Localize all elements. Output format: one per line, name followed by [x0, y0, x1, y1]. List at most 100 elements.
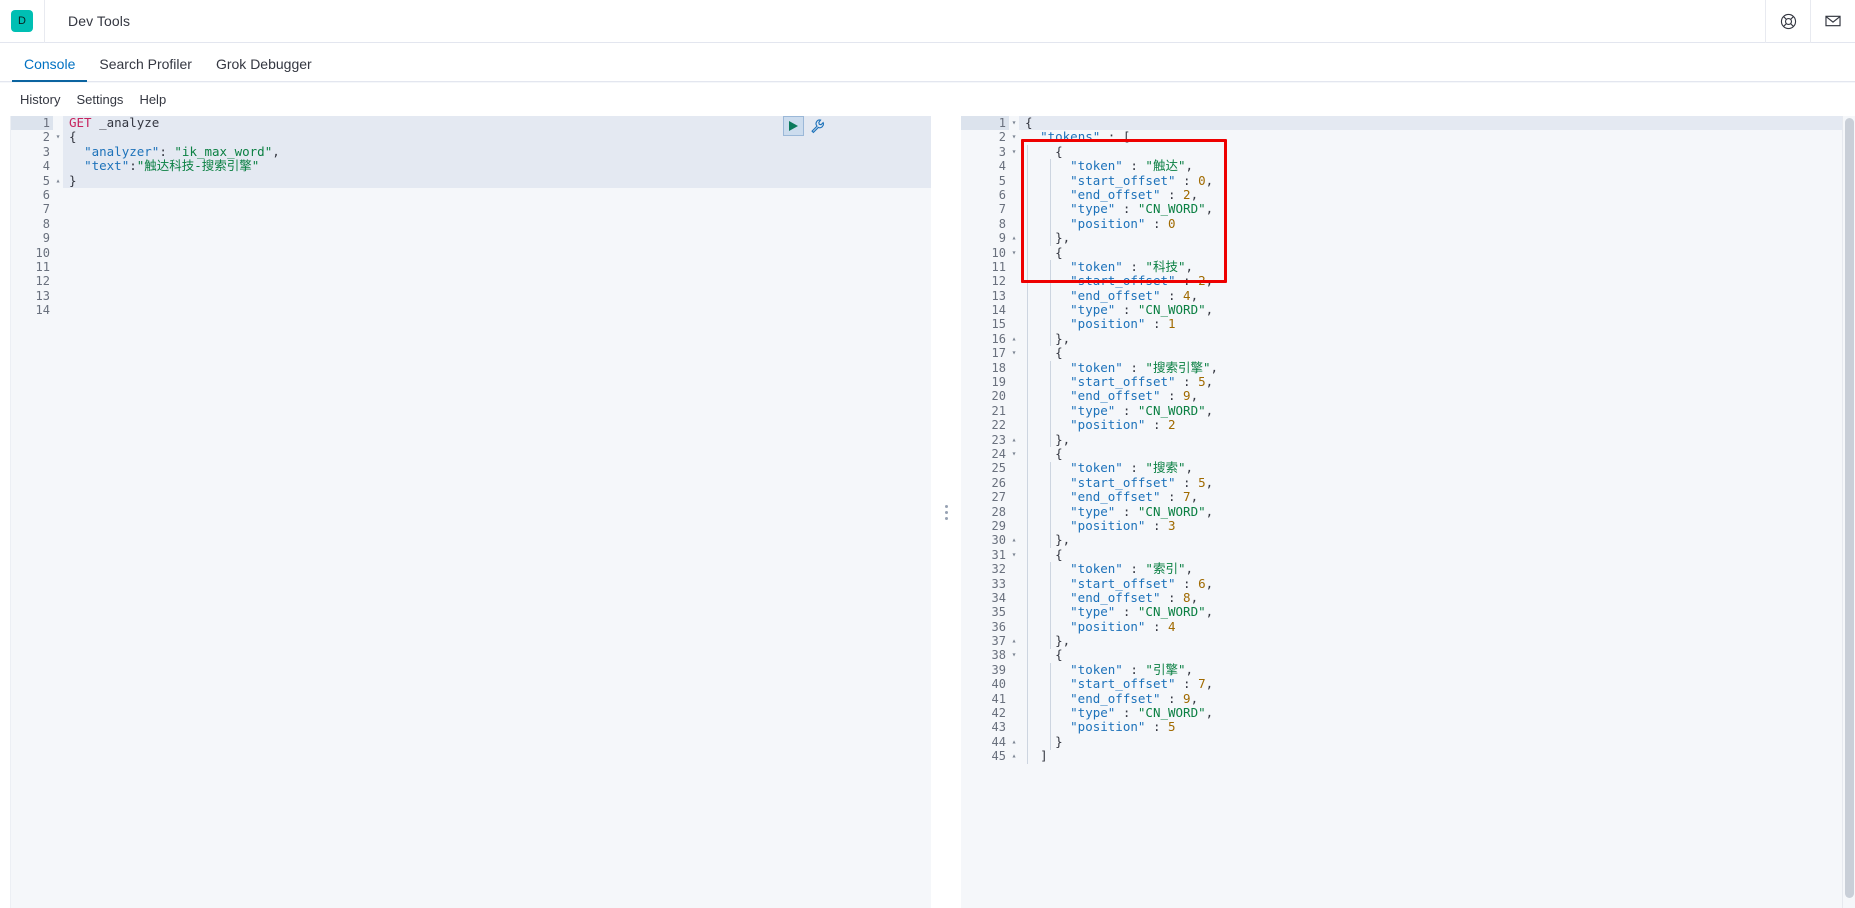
response-line-6[interactable]: 6 "end_offset" : 2,: [961, 187, 1855, 203]
response-line-33[interactable]: 33 "start_offset" : 6,: [961, 576, 1855, 591]
response-line-39[interactable]: 39 "token" : "引擎",: [961, 662, 1855, 678]
response-fold-toggle[interactable]: ▴: [1009, 533, 1019, 547]
response-fold-toggle[interactable]: ▾: [1009, 548, 1019, 562]
page-scrollbar-thumb[interactable]: [1845, 118, 1854, 898]
request-line-8[interactable]: 8: [11, 216, 931, 232]
response-fold-toggle[interactable]: ▾: [1009, 447, 1019, 461]
request-line-9[interactable]: 9: [11, 231, 931, 246]
response-line-2[interactable]: 2 ▾ "tokens" : [: [961, 130, 1855, 145]
send-request-button[interactable]: [783, 116, 804, 136]
pane-splitter[interactable]: [931, 116, 961, 908]
request-line-13[interactable]: 13: [11, 288, 931, 304]
response-fold-toggle[interactable]: ▴: [1009, 749, 1019, 763]
response-line-42[interactable]: 42 "type" : "CN_WORD",: [961, 706, 1855, 721]
request-line-6[interactable]: 6: [11, 187, 931, 203]
response-line-40[interactable]: 40 "start_offset" : 7,: [961, 677, 1855, 692]
response-line-19[interactable]: 19 "start_offset" : 5,: [961, 375, 1855, 390]
page-scrollbar[interactable]: [1842, 116, 1855, 908]
response-line-8[interactable]: 8 "position" : 0: [961, 216, 1855, 232]
menu-settings[interactable]: Settings: [68, 92, 131, 107]
response-line-32[interactable]: 32 "token" : "索引",: [961, 562, 1855, 577]
response-line-44[interactable]: 44 ▴ }: [961, 734, 1855, 750]
response-line-14[interactable]: 14 "type" : "CN_WORD",: [961, 303, 1855, 318]
response-editor[interactable]: 1 ▾{2 ▾ "tokens" : [3 ▾ {4 "token" : "触达", 5…: [961, 116, 1855, 908]
response-line-25[interactable]: 25 "token" : "搜索",: [961, 461, 1855, 476]
response-line-41[interactable]: 41 "end_offset" : 9,: [961, 691, 1855, 707]
response-line-10[interactable]: 10 ▾ {: [961, 245, 1855, 260]
response-line-22[interactable]: 22 "position" : 2: [961, 418, 1855, 433]
request-line-4[interactable]: 4 "text":"触达科技-搜索引擎": [11, 159, 931, 174]
response-fold-toggle[interactable]: ▾: [1009, 145, 1019, 159]
mail-icon[interactable]: [1811, 0, 1855, 43]
response-line-3[interactable]: 3 ▾ {: [961, 144, 1855, 160]
request-line-7[interactable]: 7: [11, 202, 931, 217]
menu-history[interactable]: History: [12, 92, 68, 107]
tab-console[interactable]: Console: [12, 57, 88, 82]
request-line-12[interactable]: 12: [11, 274, 931, 289]
response-line-28[interactable]: 28 "type" : "CN_WORD",: [961, 504, 1855, 519]
wrench-icon[interactable]: [809, 117, 827, 135]
response-fold-toggle[interactable]: ▴: [1009, 433, 1019, 447]
response-fold-toggle[interactable]: ▴: [1009, 332, 1019, 346]
app-logo[interactable]: D: [0, 0, 44, 43]
response-line-38[interactable]: 38 ▾ {: [961, 648, 1855, 663]
response-fold-toggle[interactable]: ▾: [1009, 648, 1019, 662]
response-line-9[interactable]: 9 ▴ },: [961, 231, 1855, 246]
request-editor[interactable]: 1 GET _analyze 2 ▾ {3 "analyzer": "ik_max_wo…: [11, 116, 931, 908]
response-editor-pane[interactable]: 1 ▾{2 ▾ "tokens" : [3 ▾ {4 "token" : "触达", 5…: [961, 116, 1855, 908]
response-line-37[interactable]: 37 ▴ },: [961, 634, 1855, 649]
response-line-7[interactable]: 7 "type" : "CN_WORD",: [961, 202, 1855, 217]
response-fold-toggle[interactable]: ▾: [1009, 116, 1019, 130]
request-line-10[interactable]: 10: [11, 245, 931, 260]
response-line-13[interactable]: 13 "end_offset" : 4,: [961, 288, 1855, 304]
help-icon[interactable]: [1766, 0, 1810, 43]
response-line-11[interactable]: 11 "token" : "科技",: [961, 259, 1855, 275]
response-line-16[interactable]: 16 ▴ },: [961, 331, 1855, 347]
response-line-36[interactable]: 36 "position" : 4: [961, 619, 1855, 635]
response-line-43[interactable]: 43 "position" : 5: [961, 720, 1855, 735]
response-line-17[interactable]: 17 ▾ {: [961, 346, 1855, 361]
code-token: "start_offset": [1070, 677, 1176, 692]
response-line-45[interactable]: 45 ▴ ]: [961, 749, 1855, 764]
request-line-14[interactable]: 14: [11, 303, 931, 318]
response-fold-toggle[interactable]: ▾: [1009, 346, 1019, 360]
request-line-3[interactable]: 3 "analyzer": "ik_max_word",: [11, 144, 931, 160]
response-line-number: 43: [961, 720, 1009, 735]
menu-help[interactable]: Help: [131, 92, 174, 107]
request-line-5[interactable]: 5 ▴}: [11, 173, 931, 188]
response-line-27[interactable]: 27 "end_offset" : 7,: [961, 490, 1855, 505]
response-fold-toggle[interactable]: ▴: [1009, 231, 1019, 245]
response-line-31[interactable]: 31 ▾ {: [961, 547, 1855, 563]
response-line-number: 4: [961, 159, 1009, 174]
request-editor-pane[interactable]: 1 GET _analyze 2 ▾ {3 "analyzer": "ik_max_wo…: [11, 116, 931, 908]
request-fold-toggle[interactable]: ▴: [53, 174, 63, 188]
response-line-20[interactable]: 20 "end_offset" : 9,: [961, 389, 1855, 404]
response-line-29[interactable]: 29 "position" : 3: [961, 518, 1855, 534]
response-fold-toggle[interactable]: ▾: [1009, 130, 1019, 144]
request-line-number: 9: [11, 231, 53, 246]
response-line-1[interactable]: 1 ▾ {: [961, 116, 1855, 131]
response-line-23[interactable]: 23 ▴ },: [961, 432, 1855, 447]
response-code-rows[interactable]: 1 ▾{2 ▾ "tokens" : [3 ▾ {4 "token" : "触达", 5…: [961, 116, 1855, 764]
response-fold-toggle[interactable]: ▴: [1009, 735, 1019, 749]
response-line-34[interactable]: 34 "end_offset" : 8,: [961, 590, 1855, 606]
tab-grok-debugger[interactable]: Grok Debugger: [204, 57, 324, 81]
request-code-rows[interactable]: 1 GET _analyze 2 ▾ {3 "analyzer": "ik_max_wo…: [11, 116, 931, 318]
response-line-30[interactable]: 30 ▴ },: [961, 533, 1855, 548]
response-line-12[interactable]: 12 "start_offset" : 2,: [961, 274, 1855, 289]
response-line-35[interactable]: 35 "type" : "CN_WORD",: [961, 605, 1855, 620]
response-fold-toggle[interactable]: ▾: [1009, 246, 1019, 260]
response-line-5[interactable]: 5 "start_offset" : 0,: [961, 173, 1855, 188]
response-fold-toggle[interactable]: ▴: [1009, 634, 1019, 648]
response-line-26[interactable]: 26 "start_offset" : 5,: [961, 475, 1855, 491]
response-line-4[interactable]: 4 "token" : "触达",: [961, 159, 1855, 174]
response-line-24[interactable]: 24 ▾ {: [961, 446, 1855, 462]
request-line-11[interactable]: 11: [11, 259, 931, 275]
response-line-18[interactable]: 18 "token" : "搜索引擎",: [961, 360, 1855, 376]
code-token: :: [1160, 288, 1184, 303]
response-line-21[interactable]: 21 "type" : "CN_WORD",: [961, 403, 1855, 419]
tab-search-profiler[interactable]: Search Profiler: [87, 57, 204, 81]
response-line-15[interactable]: 15 "position" : 1: [961, 317, 1855, 332]
request-fold-toggle[interactable]: ▾: [53, 130, 63, 144]
